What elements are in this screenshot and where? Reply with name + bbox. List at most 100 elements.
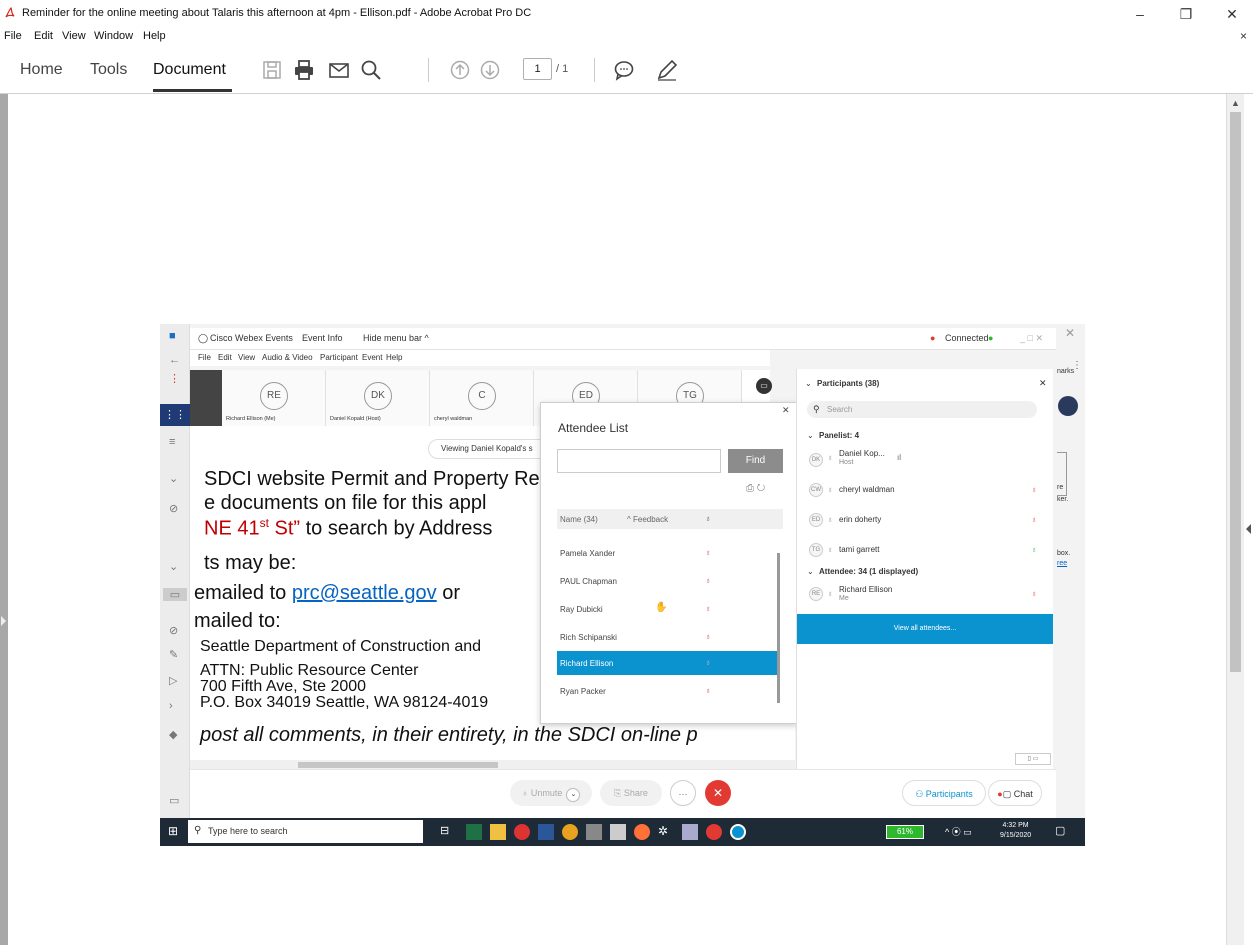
close-window-button[interactable]: ✕ [1218,2,1246,26]
participant-search-input[interactable]: Search [807,401,1037,418]
webex-icon[interactable] [730,824,746,840]
list-item[interactable]: Ray Dubicki ✋ ♁ [557,597,777,621]
more-options-button[interactable]: ··· [670,780,696,806]
file-explorer-icon[interactable] [490,824,506,840]
menu-window[interactable]: Window [94,30,133,42]
chevron-down-icon[interactable]: ⌄ [807,431,814,440]
toolbar-separator [428,58,429,82]
unmute-button[interactable]: ♁ Unmute ⌄ [510,780,592,806]
expand-left-arrow-icon[interactable] [1,616,6,626]
leave-meeting-button[interactable]: ✕ [705,780,731,806]
menu-edit[interactable]: Edit [34,30,53,42]
expand-right-arrow-icon[interactable] [1246,524,1251,534]
chat-button[interactable]: ●▢ Chat [988,780,1042,806]
app-icon[interactable] [610,824,626,840]
list-item[interactable]: Ryan Packer ♁ [557,679,777,703]
next-page-icon[interactable] [478,58,502,82]
participant-name[interactable]: tami garrett [839,545,879,554]
participants-button[interactable]: ⚇ Participants [902,780,986,806]
participant-name[interactable]: erin doherty [839,515,881,524]
minimize-button[interactable]: – [1126,2,1154,26]
event-info-button[interactable]: Event Info [302,333,343,343]
layout-icon[interactable]: ▭ [756,378,772,394]
firefox-icon[interactable] [634,824,650,840]
more-options-icon[interactable]: ⋮ [1072,360,1082,371]
side-link[interactable]: ree [1057,560,1067,567]
previous-page-icon[interactable] [448,58,472,82]
attendee-list-scrollbar[interactable] [777,553,780,703]
menu-view[interactable]: View [62,30,86,42]
chevron-down-icon[interactable]: ⌄ [807,567,814,576]
word-icon[interactable] [538,824,554,840]
notifications-icon[interactable]: ▢ [1055,824,1065,837]
webex-menu-help[interactable]: Help [386,353,402,362]
webex-menu-file[interactable]: File [198,353,211,362]
chrome-icon[interactable] [562,824,578,840]
email-link[interactable]: prc@seattle.gov [292,582,437,604]
tab-tools[interactable]: Tools [90,61,127,79]
close-participants-icon[interactable]: ✕ [1039,378,1047,389]
video-tile[interactable]: RE Richard Ellison (Me) [222,370,326,426]
participant-name[interactable]: Daniel Kop... [839,449,885,458]
task-view-icon[interactable]: ⊟ [440,824,456,840]
settings-icon[interactable]: ✲ [658,824,674,840]
name-column-header[interactable]: Name (34) [560,515,598,524]
system-tray-icons[interactable]: ^ ⦿ ▭ [945,825,972,838]
search-icon[interactable] [359,58,383,82]
windows-start-icon[interactable]: ⊞ [168,824,178,838]
list-item-selected[interactable]: Richard Ellison ♁ [557,651,777,675]
webex-menu-edit[interactable]: Edit [218,353,232,362]
webex-window-controls[interactable]: _ □ ✕ [1020,333,1043,344]
list-item[interactable]: Pamela Xander ♁ [557,541,777,565]
feedback-column-header[interactable]: ^ Feedback [627,515,668,524]
scrollbar-thumb[interactable] [1230,112,1241,672]
app-icon[interactable] [706,824,722,840]
tab-home[interactable]: Home [20,61,63,79]
participant-name[interactable]: cheryl waldman [839,485,895,494]
participant-name[interactable]: Richard Ellison [839,585,892,594]
right-panel-handle[interactable] [1244,94,1253,945]
video-tile[interactable]: DK Daniel Kopald (Host) [326,370,430,426]
attendee-search-input[interactable] [557,449,721,473]
close-attendee-list-icon[interactable]: ✕ [782,405,790,416]
scroll-up-arrow-icon[interactable]: ▲ [1227,94,1244,112]
webex-menu-participant[interactable]: Participant [320,353,358,362]
calculator-icon[interactable] [586,824,602,840]
close-document-icon[interactable]: × [1240,29,1247,43]
hide-menu-bar-button[interactable]: Hide menu bar ^ [363,333,429,343]
camera-icon[interactable] [682,824,698,840]
video-tile[interactable]: C cheryl waldman [430,370,534,426]
webex-menu-event[interactable]: Event [362,353,382,362]
list-item[interactable]: Rich Schipanski ♁ [557,625,777,649]
excel-icon[interactable] [466,824,482,840]
vertical-scrollbar[interactable]: ▲ [1226,94,1244,945]
restore-button[interactable]: ❐ [1172,2,1200,26]
battery-indicator[interactable]: 61% [886,825,924,839]
comment-icon[interactable] [612,58,636,82]
panel-options-icon[interactable]: ▯ ▭ [1015,753,1051,765]
page-number-input[interactable]: 1 [523,58,552,80]
left-panel-handle[interactable] [0,94,8,945]
tab-document[interactable]: Document [153,61,226,79]
print-icon[interactable] [292,58,316,82]
webex-menu-audio-video[interactable]: Audio & Video [262,353,313,362]
outer-close-icon[interactable]: ✕ [1065,326,1075,340]
menu-help[interactable]: Help [143,30,166,42]
share-button[interactable]: ⎘ Share [600,780,662,806]
taskbar-search-input[interactable]: Type here to search [188,820,423,843]
view-all-attendees-button[interactable]: View all attendees... [797,614,1053,644]
todo-icon[interactable] [514,824,530,840]
refresh-icon[interactable]: ⎙ ↻ [746,483,765,494]
webex-menu-view[interactable]: View [238,353,255,362]
list-item[interactable]: PAUL Chapman ♁ [557,569,777,593]
chat-icon: ▢ [1002,789,1014,799]
slide-hscroll-thumb[interactable] [298,762,498,768]
menu-file[interactable]: File [4,30,22,42]
save-icon[interactable] [260,58,284,82]
email-icon[interactable] [327,58,351,82]
pen-sign-icon[interactable] [655,58,679,82]
find-button[interactable]: Find [728,449,783,473]
chevron-down-icon[interactable]: ⌄ [566,788,581,802]
chevron-down-icon[interactable]: ⌄ [805,379,812,388]
clock[interactable]: 4:32 PM 9/15/2020 [1000,821,1031,841]
